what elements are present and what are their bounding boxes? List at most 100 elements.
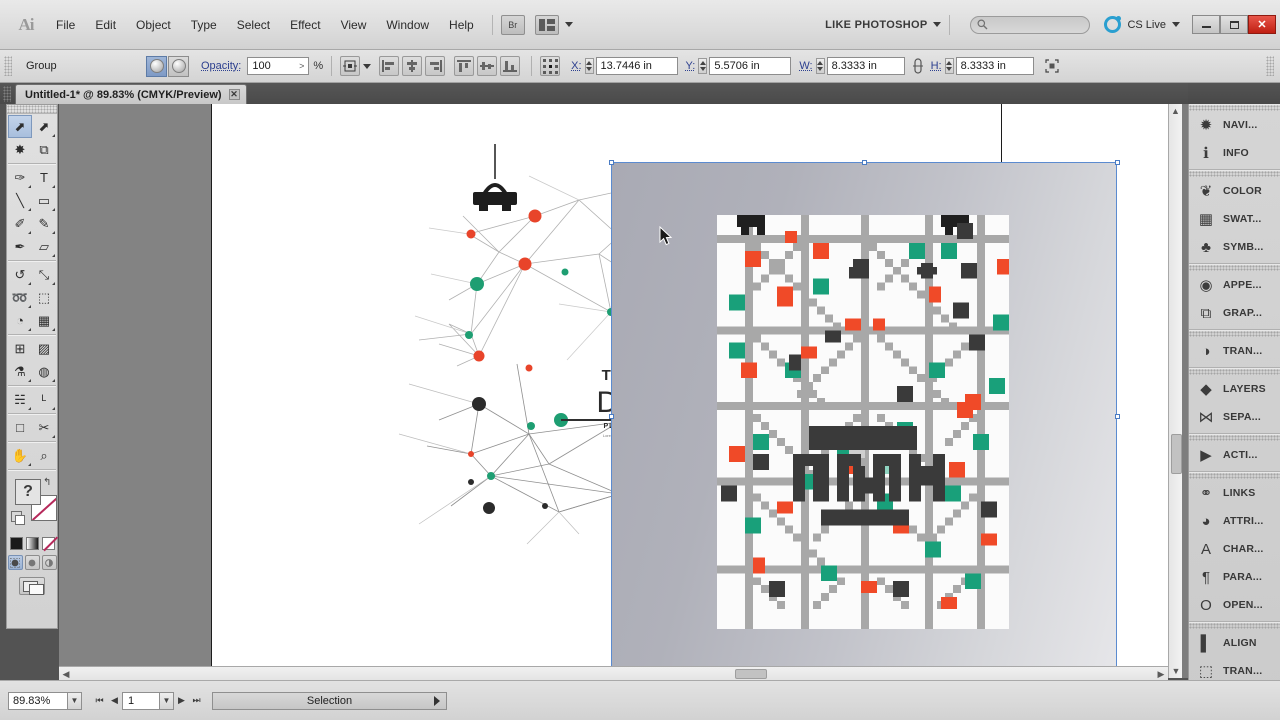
y-input[interactable]: 5.5706 in bbox=[709, 57, 791, 75]
w-stepper[interactable] bbox=[816, 58, 825, 74]
status-menu-icon[interactable] bbox=[434, 696, 440, 706]
dock-item-symb[interactable]: ♣ SYMB... bbox=[1189, 233, 1280, 261]
tool-flyout-icon[interactable] bbox=[52, 435, 55, 438]
x-stepper[interactable] bbox=[585, 58, 594, 74]
handle-middle-left[interactable] bbox=[609, 414, 614, 419]
opacity-chevron-icon[interactable]: > bbox=[299, 61, 304, 71]
tool-flyout-icon[interactable] bbox=[52, 379, 55, 382]
handle-top-left[interactable] bbox=[609, 160, 614, 165]
dock-group-grip[interactable] bbox=[1189, 434, 1280, 441]
artboard-tool[interactable]: □ bbox=[8, 416, 32, 439]
artboard-chevron-down-icon[interactable]: ▼ bbox=[160, 692, 174, 710]
menu-view[interactable]: View bbox=[331, 14, 377, 36]
tools-panel-grip[interactable] bbox=[7, 105, 57, 114]
h-input[interactable]: 8.3333 in bbox=[956, 57, 1034, 75]
tool-flyout-icon[interactable] bbox=[52, 328, 55, 331]
tool-flyout-icon[interactable] bbox=[52, 208, 55, 211]
y-stepper[interactable] bbox=[698, 58, 707, 74]
cs-live-label[interactable]: CS Live bbox=[1127, 19, 1166, 31]
draw-behind-button[interactable] bbox=[25, 555, 40, 570]
scale-tool[interactable]: ⤡ bbox=[32, 263, 56, 286]
dock-item-color[interactable]: ❦ COLOR bbox=[1189, 177, 1280, 205]
menu-file[interactable]: File bbox=[46, 14, 85, 36]
gradient-fill-button[interactable] bbox=[26, 537, 39, 550]
close-button[interactable]: ✕ bbox=[1248, 15, 1276, 34]
eyedropper-tool[interactable]: ⚗ bbox=[8, 360, 32, 383]
opacity-input[interactable]: 100 > bbox=[247, 57, 309, 75]
align-center-vertical-button[interactable] bbox=[477, 56, 497, 76]
dock-item-sepa[interactable]: ⋈ SEPA... bbox=[1189, 403, 1280, 431]
align-bottom-button[interactable] bbox=[500, 56, 520, 76]
dock-item-tran[interactable]: ◑ TRAN... bbox=[1189, 337, 1280, 365]
chevron-down-icon[interactable] bbox=[565, 22, 573, 27]
transform-each-button[interactable] bbox=[1042, 56, 1062, 76]
tool-flyout-icon[interactable] bbox=[52, 282, 55, 285]
cs-live-icon[interactable] bbox=[1104, 16, 1121, 33]
menu-type[interactable]: Type bbox=[181, 14, 227, 36]
dock-item-align[interactable]: ▌ ALIGN bbox=[1189, 629, 1280, 657]
line-segment-tool[interactable]: ╲ bbox=[8, 189, 32, 212]
fill-color-button[interactable] bbox=[146, 56, 167, 77]
dock-group-grip[interactable] bbox=[1189, 472, 1280, 479]
minimize-button[interactable] bbox=[1192, 15, 1220, 34]
tool-flyout-icon[interactable] bbox=[28, 185, 31, 188]
align-top-button[interactable] bbox=[454, 56, 474, 76]
tool-flyout-icon[interactable] bbox=[52, 185, 55, 188]
handle-top-center[interactable] bbox=[862, 160, 867, 165]
canvas-area[interactable]: TECHNOLOGY DESIGN PLACE YOUR TEXT HERE L… bbox=[59, 104, 1188, 678]
pen-tool[interactable]: ✑ bbox=[8, 166, 32, 189]
tool-flyout-icon[interactable] bbox=[28, 407, 31, 410]
perspective-grid-tool[interactable]: ▦ bbox=[32, 309, 56, 332]
handle-top-right[interactable] bbox=[1115, 160, 1120, 165]
scroll-right-icon[interactable]: ▶ bbox=[1154, 667, 1168, 681]
dock-group-grip[interactable] bbox=[1189, 104, 1280, 111]
handle-middle-right[interactable] bbox=[1115, 414, 1120, 419]
w-input[interactable]: 8.3333 in bbox=[827, 57, 905, 75]
paintbrush-tool[interactable]: ✐ bbox=[8, 212, 32, 235]
vertical-scroll-thumb[interactable] bbox=[1171, 434, 1182, 474]
scroll-left-icon[interactable]: ◀ bbox=[59, 667, 73, 681]
fill-swatch[interactable]: ? bbox=[15, 479, 41, 505]
zoom-chevron-down-icon[interactable]: ▼ bbox=[68, 692, 82, 710]
dock-item-layers[interactable]: ◆ LAYERS bbox=[1189, 375, 1280, 403]
type-tool[interactable]: T bbox=[32, 166, 56, 189]
dock-item-char[interactable]: A CHAR... bbox=[1189, 535, 1280, 563]
next-artboard-button[interactable]: ▶ bbox=[174, 692, 189, 710]
direct-selection-tool[interactable]: ⬈ bbox=[32, 115, 56, 138]
dock-item-appe[interactable]: ◉ APPE... bbox=[1189, 271, 1280, 299]
shape-builder-tool[interactable]: ◔ bbox=[8, 309, 32, 332]
selection-tool[interactable]: ⬈ bbox=[8, 115, 32, 138]
slice-tool[interactable]: ✂ bbox=[32, 416, 56, 439]
change-screen-mode-button[interactable] bbox=[19, 577, 45, 595]
eraser-tool[interactable]: ▱ bbox=[32, 235, 56, 258]
default-fill-stroke-icon[interactable] bbox=[11, 511, 22, 522]
dock-item-navi[interactable]: ✹ NAVI... bbox=[1189, 111, 1280, 139]
menu-effect[interactable]: Effect bbox=[280, 14, 330, 36]
dock-group-grip[interactable] bbox=[1189, 622, 1280, 629]
horizontal-scrollbar[interactable]: ◀ ▶ bbox=[59, 666, 1168, 680]
dock-item-links[interactable]: ⚭ LINKS bbox=[1189, 479, 1280, 507]
blend-tool[interactable]: ◍ bbox=[32, 360, 56, 383]
horizontal-scroll-thumb[interactable] bbox=[735, 669, 767, 679]
vertical-scrollbar[interactable]: ▲ ▼ bbox=[1168, 104, 1182, 678]
reference-point-selector[interactable] bbox=[540, 56, 560, 76]
document-tab[interactable]: Untitled-1* @ 89.83% (CMYK/Preview) ✕ bbox=[15, 84, 247, 104]
tool-flyout-icon[interactable] bbox=[28, 208, 31, 211]
dock-item-acti[interactable]: ▶ ACTI... bbox=[1189, 441, 1280, 469]
tool-flyout-icon[interactable] bbox=[52, 231, 55, 234]
width-tool[interactable]: ➿ bbox=[8, 286, 32, 309]
workspace-switcher-label[interactable]: LIKE PHOTOSHOP bbox=[825, 19, 927, 31]
tab-bar-grip[interactable] bbox=[3, 86, 11, 102]
menu-window[interactable]: Window bbox=[376, 14, 439, 36]
tool-flyout-icon[interactable] bbox=[28, 282, 31, 285]
fill-stroke-toggle[interactable] bbox=[146, 56, 189, 77]
workspace-chevron-down-icon[interactable] bbox=[933, 22, 941, 27]
rectangle-tool[interactable]: ▭ bbox=[32, 189, 56, 212]
blob-brush-tool[interactable]: ✒ bbox=[8, 235, 32, 258]
draw-normal-button[interactable] bbox=[8, 555, 23, 570]
dock-item-attri[interactable]: ◕ ATTRI... bbox=[1189, 507, 1280, 535]
align-left-button[interactable] bbox=[379, 56, 399, 76]
pencil-tool[interactable]: ✎ bbox=[32, 212, 56, 235]
lasso-tool[interactable]: ⧉ bbox=[32, 138, 56, 161]
dock-group-grip[interactable] bbox=[1189, 170, 1280, 177]
